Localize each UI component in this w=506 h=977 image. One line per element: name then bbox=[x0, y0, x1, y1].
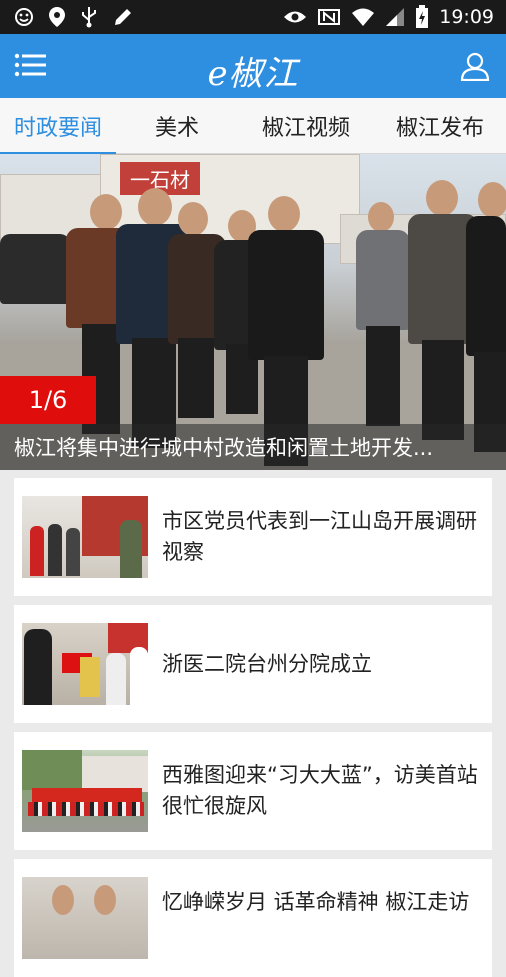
app-bar: e椒江 bbox=[0, 34, 506, 98]
news-title: 市区党员代表到一江山岛开展调研视察 bbox=[162, 509, 477, 564]
news-thumbnail bbox=[22, 877, 148, 959]
pencil-icon bbox=[112, 6, 134, 28]
news-title: 忆峥嵘岁月 话革命精神 椒江走访 bbox=[162, 890, 470, 914]
hero-caption[interactable]: 椒江将集中进行城中村改造和闲置土地开发... bbox=[0, 424, 506, 470]
category-tabs: 时政要闻 美术 椒江视频 椒江发布 bbox=[0, 98, 506, 155]
news-item[interactable]: 忆峥嵘岁月 话革命精神 椒江走访 bbox=[14, 859, 492, 977]
tab-release[interactable]: 椒江发布 bbox=[374, 98, 506, 154]
usb-icon bbox=[80, 6, 98, 28]
news-thumbnail bbox=[22, 496, 148, 578]
battery-icon bbox=[415, 5, 429, 29]
news-thumbnail bbox=[22, 750, 148, 832]
hero-car bbox=[0, 234, 70, 304]
news-item[interactable]: 西雅图迎来“习大大蓝”，访美首站很忙很旋风 bbox=[14, 732, 492, 850]
tab-politics[interactable]: 时政要闻 bbox=[0, 98, 116, 155]
smiley-icon bbox=[14, 7, 34, 27]
wifi-icon bbox=[351, 7, 375, 27]
location-icon bbox=[48, 6, 66, 28]
nfc-icon bbox=[317, 7, 341, 27]
news-item[interactable]: 市区党员代表到一江山岛开展调研视察 bbox=[14, 478, 492, 596]
status-bar: 19:09 bbox=[0, 0, 506, 34]
tab-video[interactable]: 椒江视频 bbox=[238, 98, 374, 154]
user-icon[interactable] bbox=[460, 51, 490, 85]
app-logo: e椒江 bbox=[207, 54, 299, 94]
news-thumbnail bbox=[22, 623, 148, 705]
tab-art[interactable]: 美术 bbox=[116, 98, 238, 154]
eye-icon bbox=[283, 9, 307, 25]
clock-time: 19:09 bbox=[439, 6, 494, 28]
news-item[interactable]: 浙医二院台州分院成立 bbox=[14, 605, 492, 723]
slide-counter: 1/6 bbox=[0, 376, 96, 424]
hero-carousel[interactable]: 一石材 1/6 椒江将集中进行城中村改造和闲置土地开发... bbox=[0, 154, 506, 470]
news-title: 浙医二院台州分院成立 bbox=[162, 651, 372, 676]
news-title: 西雅图迎来“习大大蓝”，访美首站很忙很旋风 bbox=[162, 763, 478, 818]
signal-icon bbox=[385, 7, 405, 27]
